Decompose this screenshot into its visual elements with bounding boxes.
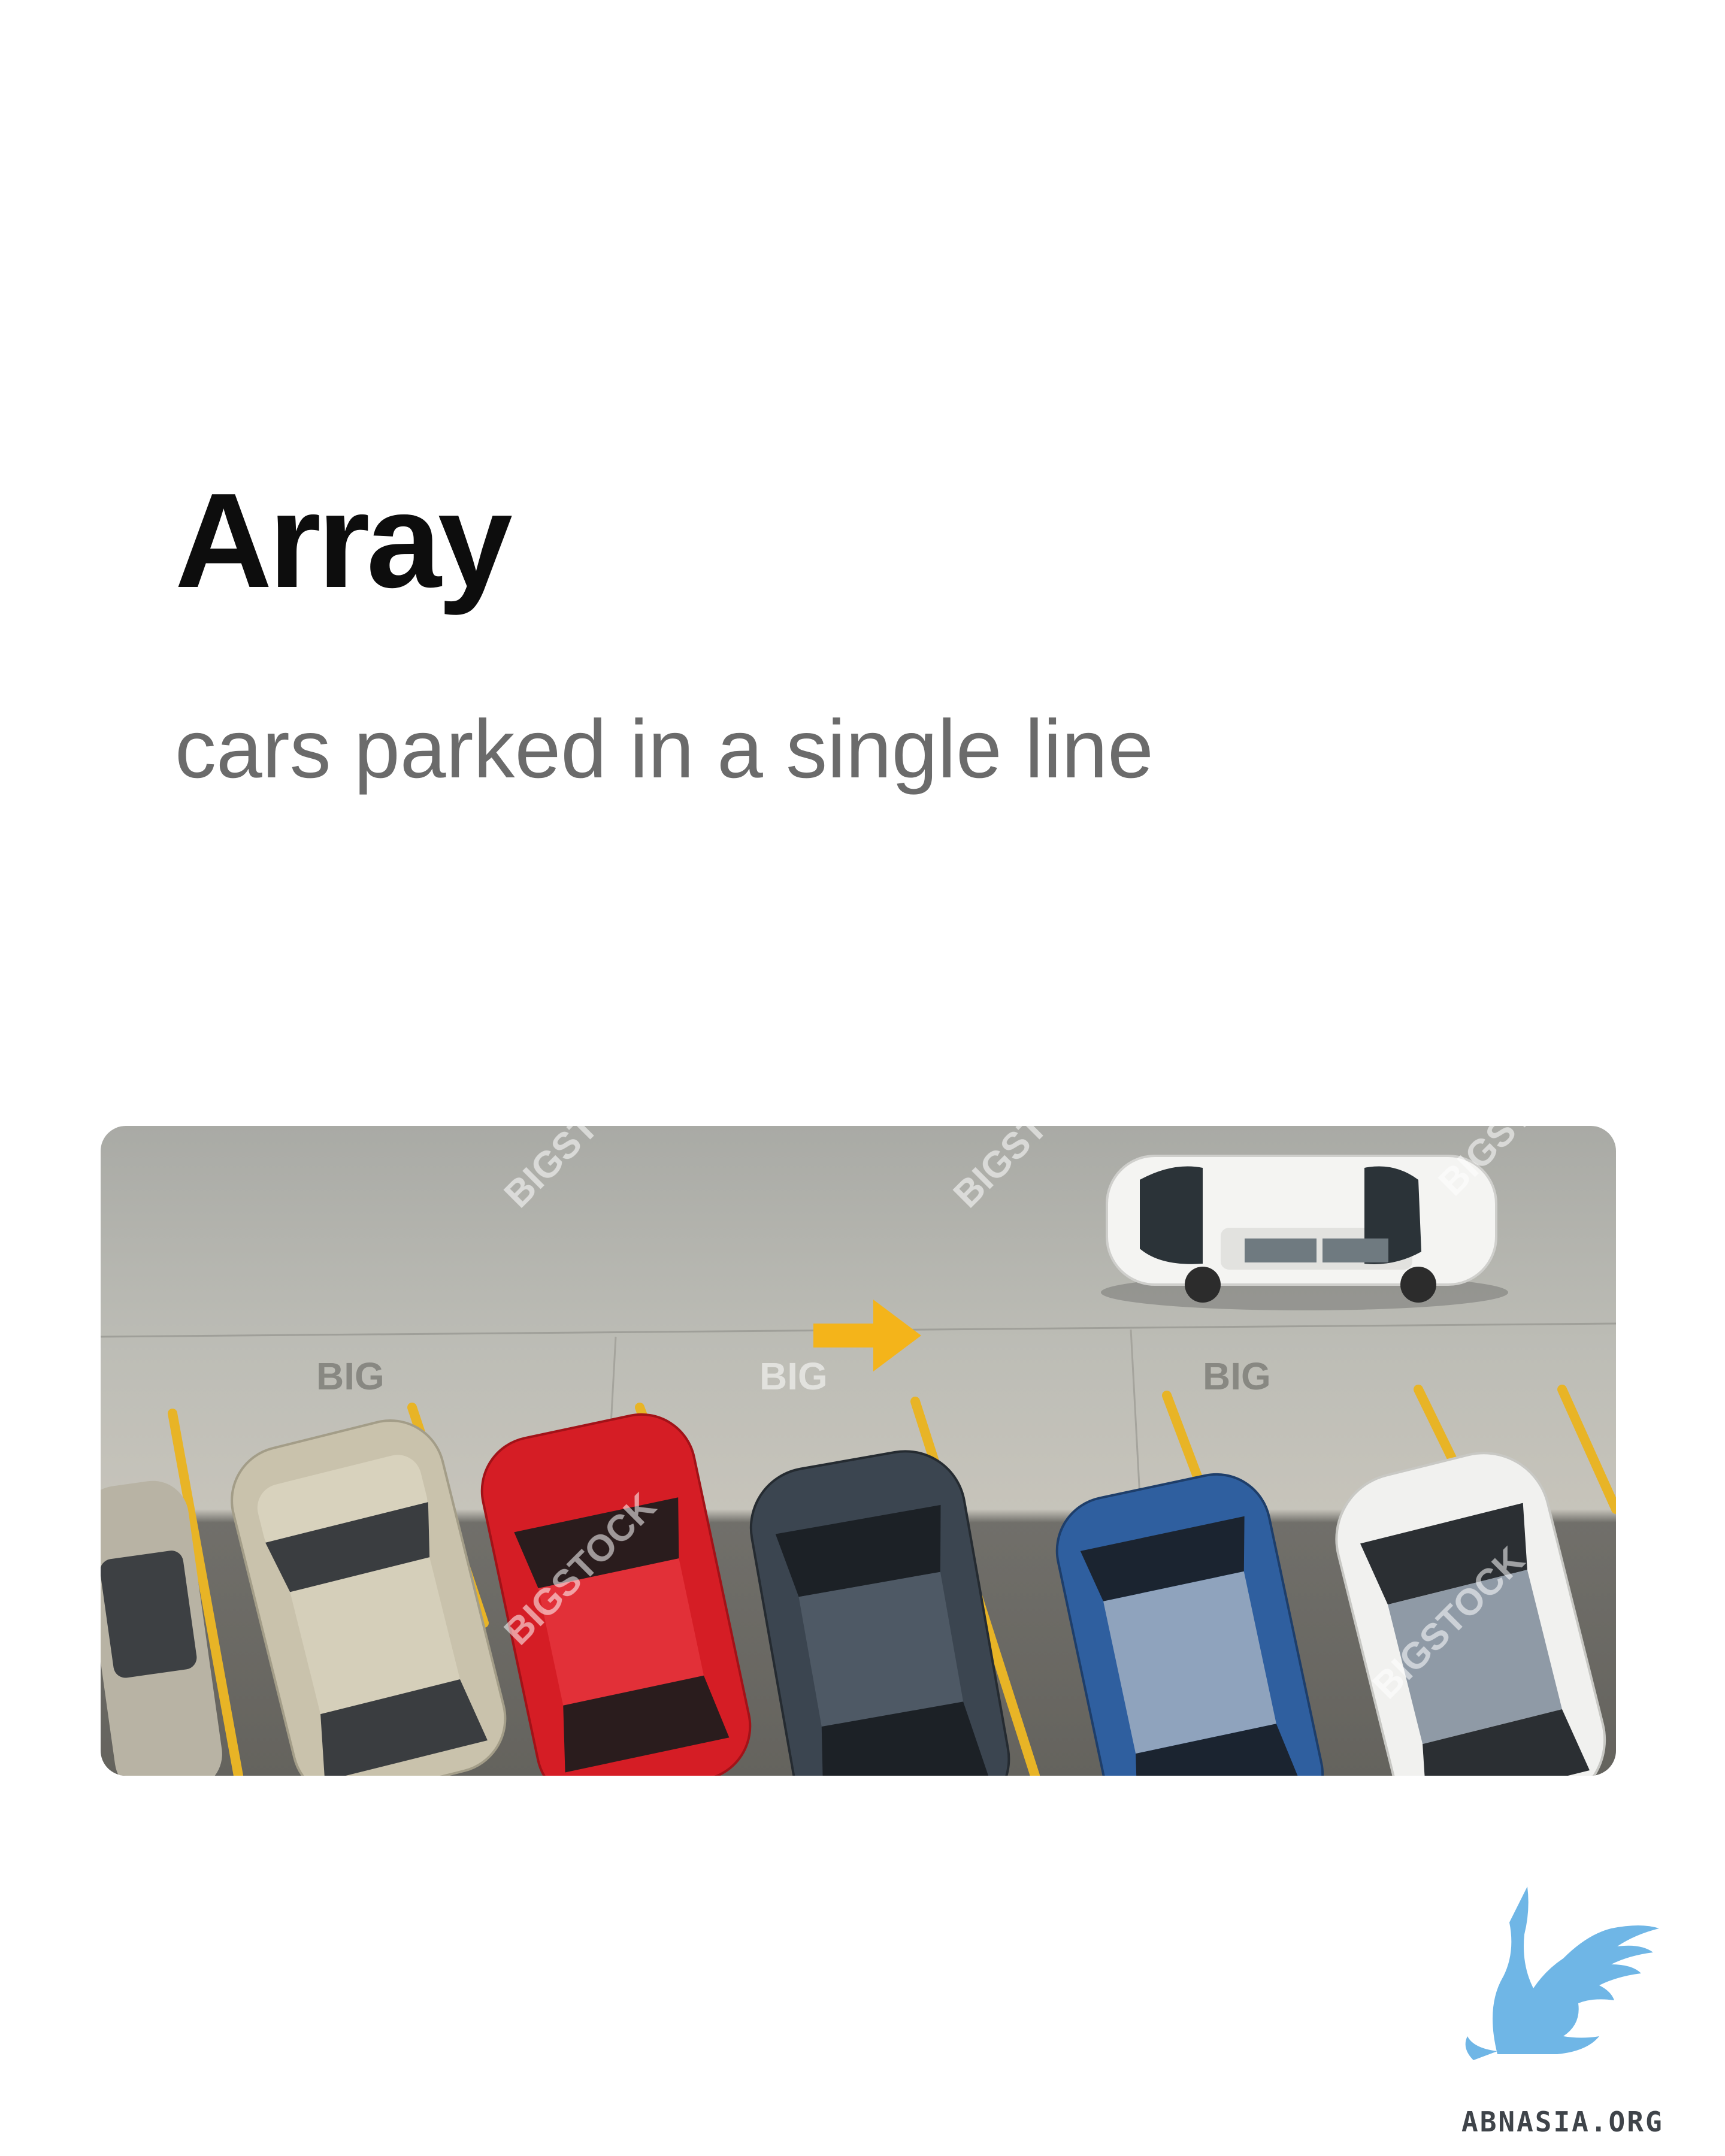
watermark-short: BIG [759, 1355, 828, 1398]
griffin-logo-icon [1461, 1886, 1659, 2060]
watermark-short: BIG [1203, 1355, 1271, 1398]
parking-lot-photo: BIGSTOCK BIGSTOCK BIGSTOCK BIGSTOCK BIGS… [101, 1126, 1616, 1776]
slide-subtitle: cars parked in a single line [175, 703, 1154, 795]
watermark-short: BIG [316, 1355, 385, 1398]
slide-title: Array [175, 465, 513, 616]
brand-logo-text: ABNASIA.ORG [1461, 2106, 1664, 2138]
